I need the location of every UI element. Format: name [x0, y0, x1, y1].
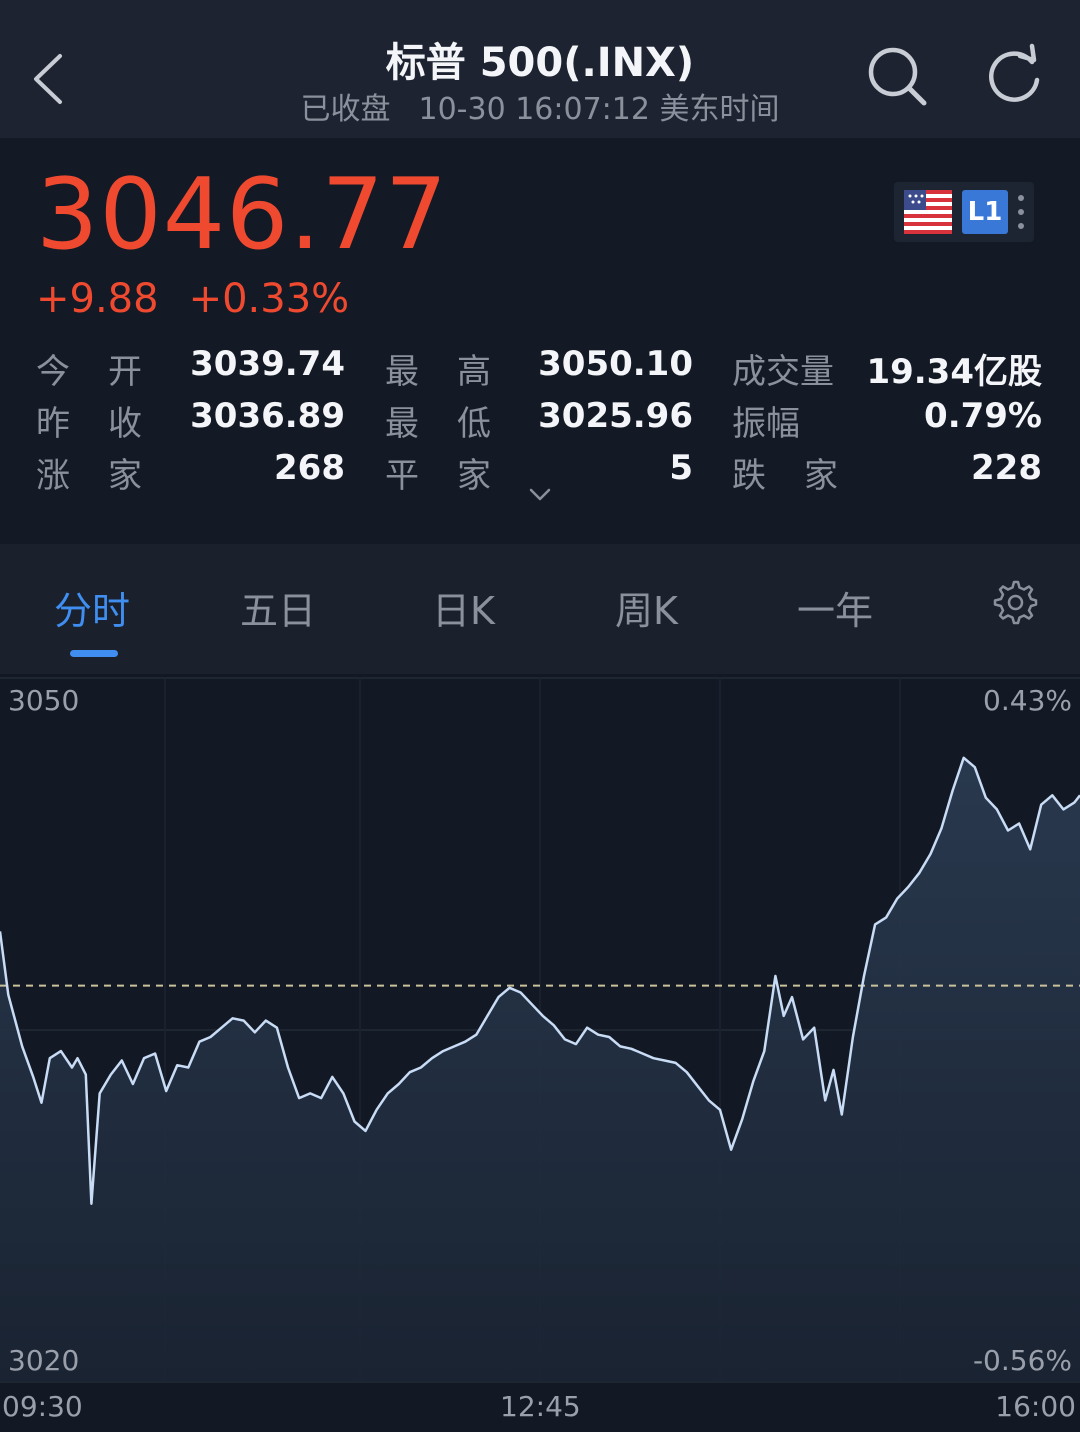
search-icon — [868, 47, 927, 106]
tab-one-year[interactable]: 一年 — [797, 580, 873, 635]
low-value: 3025.96 — [538, 396, 693, 436]
us-flag-icon — [904, 190, 952, 234]
last-price: 3046.77 — [36, 158, 449, 272]
market-level-badge[interactable]: L1 — [894, 182, 1034, 242]
tab-five-day[interactable]: 五日 — [240, 580, 316, 635]
advancers-label: 涨家 — [36, 456, 180, 496]
intraday-chart[interactable]: 3050 0.43% 3020 -0.56% 09:30 12:45 16:00 — [0, 674, 1080, 1432]
tab-weekly-k[interactable]: 周K — [615, 580, 678, 635]
stats-row-1: 今开 3039.74 最高 3050.10 成交量 19.34亿股 — [0, 344, 1080, 394]
y-axis-max-pct-label: 0.43% — [983, 684, 1072, 717]
tab-daily-k[interactable]: 日K — [432, 580, 495, 635]
unchanged-label: 平家 — [385, 456, 529, 496]
change-percent: +0.33% — [188, 276, 350, 322]
prev-close-value: 3036.89 — [190, 396, 345, 436]
decliners-value: 228 — [971, 448, 1042, 488]
unchanged-value: 5 — [669, 448, 693, 488]
market-status: 已收盘 — [300, 92, 391, 127]
change-value: +9.88 — [36, 276, 159, 322]
more-vertical-icon — [1018, 195, 1024, 229]
low-label: 最低 — [385, 404, 529, 444]
quote-timestamp: 10-30 16:07:12 美东时间 — [418, 92, 780, 127]
active-tab-indicator — [70, 650, 118, 657]
price-change: +9.88 +0.33% — [36, 276, 379, 322]
x-axis-open-label: 09:30 — [2, 1390, 83, 1423]
high-value: 3050.10 — [538, 344, 693, 384]
volume-value: 19.34亿股 — [866, 352, 1042, 392]
volume-label: 成交量 — [732, 352, 834, 392]
x-axis-mid-label: 12:45 — [500, 1390, 581, 1423]
refresh-icon — [989, 43, 1040, 102]
chart-settings-button[interactable] — [990, 578, 1038, 626]
prev-close-label: 昨收 — [36, 404, 180, 444]
advancers-value: 268 — [274, 448, 345, 488]
stats-row-2: 昨收 3036.89 最低 3025.96 振幅 0.79% — [0, 396, 1080, 446]
intraday-chart-svg — [0, 677, 1080, 1383]
search-button[interactable] — [862, 42, 932, 112]
x-axis-close-label: 16:00 — [995, 1390, 1076, 1423]
open-value: 3039.74 — [190, 344, 345, 384]
refresh-button[interactable] — [980, 42, 1050, 112]
chart-period-tabs: 分时 五日 日K 周K 一年 — [0, 544, 1080, 674]
amplitude-label: 振幅 — [732, 404, 800, 444]
tab-intraday[interactable]: 分时 — [54, 580, 130, 635]
quote-panel: 3046.77 +9.88 +0.33% L1 今开 3039.74 最高 305… — [0, 138, 1080, 526]
y-axis-max-label: 3050 — [8, 684, 80, 717]
level-one-badge: L1 — [962, 190, 1008, 234]
high-label: 最高 — [385, 352, 529, 392]
chevron-down-icon[interactable] — [528, 486, 552, 504]
gear-icon — [993, 580, 1038, 625]
y-axis-min-label: 3020 — [8, 1344, 80, 1377]
amplitude-value: 0.79% — [924, 396, 1042, 436]
open-label: 今开 — [36, 352, 180, 392]
y-axis-min-pct-label: -0.56% — [972, 1344, 1072, 1377]
top-nav-bar: 标普 500(.INX) 已收盘 10-30 16:07:12 美东时间 — [0, 0, 1080, 138]
